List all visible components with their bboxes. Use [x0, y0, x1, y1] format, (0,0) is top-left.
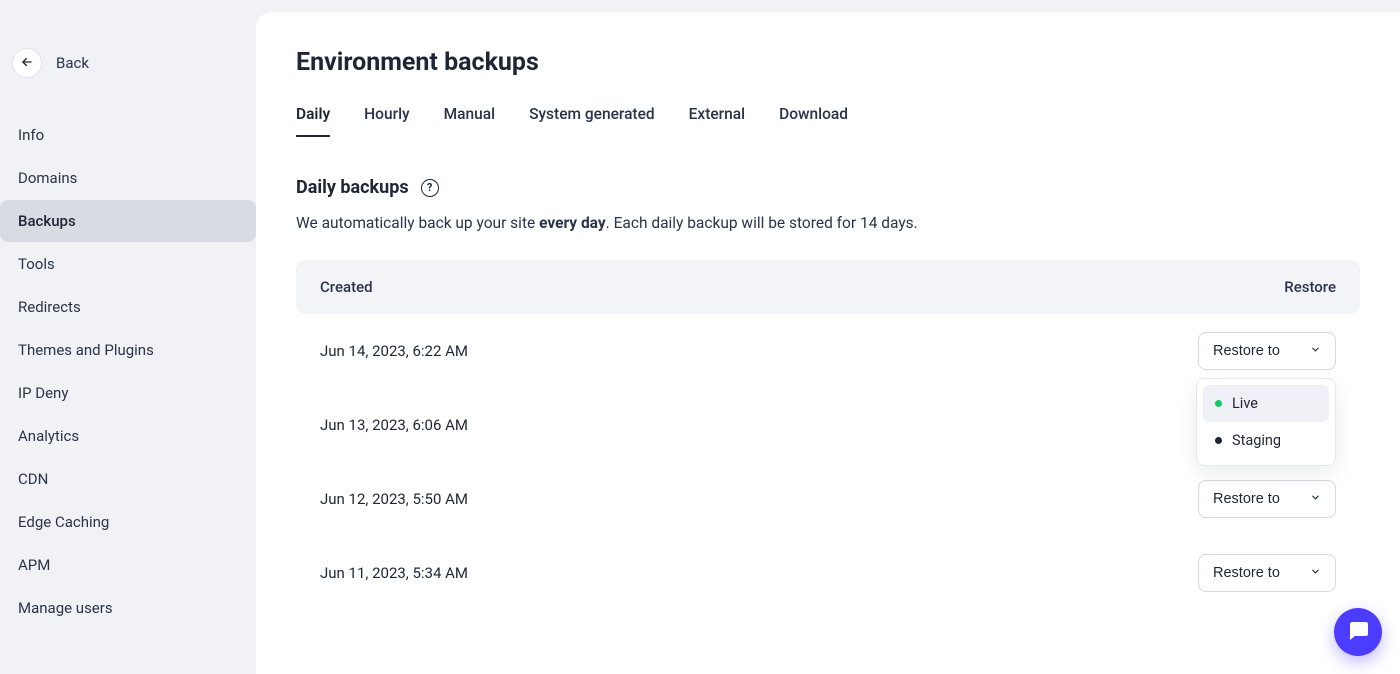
sidebar-item-manage-users[interactable]: Manage users: [0, 587, 256, 629]
cell-created: Jun 14, 2023, 6:22 AM: [320, 342, 468, 360]
restore-to-button[interactable]: Restore to: [1198, 332, 1336, 370]
desc-suffix: . Each daily backup will be stored for 1…: [606, 214, 918, 232]
cell-created: Jun 12, 2023, 5:50 AM: [320, 490, 468, 508]
restore-to-button[interactable]: Restore to: [1198, 554, 1336, 592]
restore-to-button[interactable]: Restore to: [1198, 480, 1336, 518]
sidebar-item-analytics[interactable]: Analytics: [0, 415, 256, 457]
table-header: Created Restore: [296, 260, 1360, 314]
status-dot-icon: [1215, 437, 1222, 444]
tab-system-generated[interactable]: System generated: [529, 105, 655, 137]
table-row: Jun 12, 2023, 5:50 AM Restore to: [296, 462, 1360, 536]
cell-restore: Restore to: [1198, 480, 1336, 518]
main-card: Environment backups Daily Hourly Manual Sys…: [256, 12, 1400, 674]
sidebar-item-tools[interactable]: Tools: [0, 243, 256, 285]
restore-dropdown: Live Staging: [1196, 378, 1336, 466]
sidebar-item-ip-deny[interactable]: IP Deny: [0, 372, 256, 414]
restore-button-label: Restore to: [1213, 491, 1280, 507]
restore-option-label: Live: [1232, 395, 1258, 412]
chat-fab[interactable]: [1334, 608, 1382, 656]
cell-restore: Restore toLiveStaging: [1198, 332, 1336, 370]
cell-created: Jun 11, 2023, 5:34 AM: [320, 564, 468, 582]
sidebar-item-edge-caching[interactable]: Edge Caching: [0, 501, 256, 543]
table-row: Jun 11, 2023, 5:34 AM Restore to: [296, 536, 1360, 610]
page-title: Environment backups: [296, 48, 1360, 77]
back-button[interactable]: [12, 48, 42, 78]
chevron-down-icon: [1310, 565, 1321, 581]
desc-bold: every day: [539, 214, 606, 232]
chat-icon: [1346, 618, 1370, 646]
restore-option-staging[interactable]: Staging: [1203, 422, 1329, 459]
help-icon[interactable]: ?: [421, 179, 439, 197]
section-description: We automatically back up your site every…: [296, 214, 1360, 232]
sidebar-item-apm[interactable]: APM: [0, 544, 256, 586]
restore-option-label: Staging: [1232, 432, 1281, 449]
tab-manual[interactable]: Manual: [444, 105, 495, 137]
backups-table: Created Restore Jun 14, 2023, 6:22 AM Res…: [296, 260, 1360, 610]
restore-option-live[interactable]: Live: [1203, 385, 1329, 422]
back-row: Back: [0, 48, 256, 96]
sidebar-item-cdn[interactable]: CDN: [0, 458, 256, 500]
sidebar-nav: InfoDomainsBackupsToolsRedirectsThemes a…: [0, 114, 256, 629]
arrow-left-icon: [20, 55, 34, 72]
back-label: Back: [56, 54, 89, 72]
tab-download[interactable]: Download: [779, 105, 848, 137]
table-row: Jun 14, 2023, 6:22 AM Restore toLiveStagi…: [296, 314, 1360, 388]
desc-prefix: We automatically back up your site: [296, 214, 539, 232]
sidebar: Back InfoDomainsBackupsToolsRedirectsThe…: [0, 0, 256, 674]
restore-button-label: Restore to: [1213, 565, 1280, 581]
status-dot-icon: [1215, 400, 1222, 407]
sidebar-item-info[interactable]: Info: [0, 114, 256, 156]
chevron-down-icon: [1310, 491, 1321, 507]
section-title: Daily backups: [296, 177, 409, 198]
sidebar-item-themes-and-plugins[interactable]: Themes and Plugins: [0, 329, 256, 371]
tabs: Daily Hourly Manual System generated Externa…: [296, 105, 1360, 137]
chevron-down-icon: [1310, 343, 1321, 359]
restore-button-label: Restore to: [1213, 343, 1280, 359]
tab-external[interactable]: External: [689, 105, 745, 137]
tab-hourly[interactable]: Hourly: [364, 105, 409, 137]
sidebar-item-domains[interactable]: Domains: [0, 157, 256, 199]
col-restore: Restore: [1284, 278, 1336, 296]
sidebar-item-backups[interactable]: Backups: [0, 200, 256, 242]
tab-daily[interactable]: Daily: [296, 105, 330, 137]
cell-created: Jun 13, 2023, 6:06 AM: [320, 416, 468, 434]
sidebar-item-redirects[interactable]: Redirects: [0, 286, 256, 328]
cell-restore: Restore to: [1198, 554, 1336, 592]
section-header: Daily backups ?: [296, 177, 1360, 198]
col-created: Created: [320, 278, 373, 296]
